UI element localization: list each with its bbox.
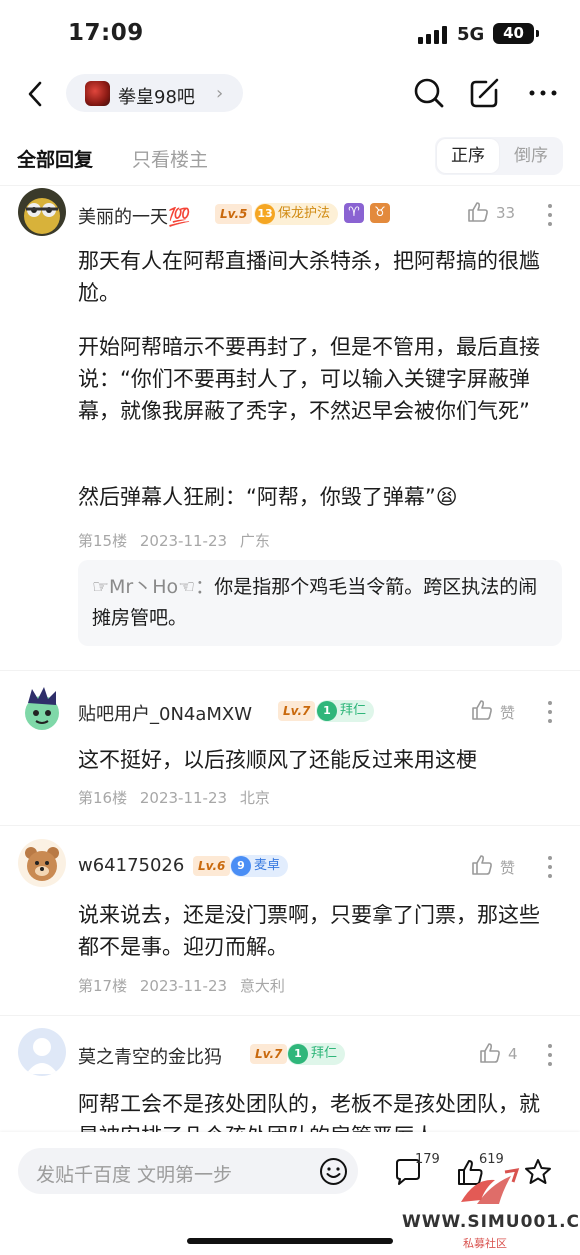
avatar[interactable] [18, 1028, 66, 1076]
comment-text: 这不挺好，以后孩顺风了还能反过来用这梗 [78, 748, 477, 772]
floor-number: 第15楼 [78, 532, 128, 550]
reply-tabs: 全部回复 只看楼主 正序 倒序 [0, 130, 580, 186]
fan-level-number: 1 [288, 1044, 308, 1064]
fan-title: 拜仁 [311, 1046, 338, 1061]
tab-op-only[interactable]: 只看楼主 [132, 145, 208, 172]
avatar[interactable] [18, 685, 66, 733]
thumbs-up-icon [472, 700, 492, 720]
fan-badge: 13 保龙护法 [254, 203, 339, 225]
star-icon[interactable] [523, 1157, 553, 1187]
status-bar: 17:09 5G 40 [0, 0, 580, 70]
more-icon[interactable] [526, 76, 560, 110]
zodiac-taurus-icon: ♉ [370, 203, 390, 223]
back-arrow-icon[interactable] [22, 79, 50, 109]
watermark-logo [461, 1168, 520, 1204]
fan-level-number: 1 [317, 701, 337, 721]
home-indicator[interactable] [187, 1238, 393, 1244]
comment-floor-15: 美丽的一天💯 Lv.5 13 保龙护法 ♈ ♉ 33 那天有人在阿帮直播间大杀特… [0, 186, 580, 656]
fan-badge: 9 麦卓 [230, 855, 289, 877]
watermark-site: WWW.SIMU001.CN [402, 1212, 580, 1232]
comment-more-icon[interactable] [540, 854, 560, 880]
fan-badge: 1 拜仁 [287, 1043, 346, 1065]
comment-meta: 第16楼 2023-11-23 北京 [78, 787, 278, 808]
watermark-subtitle: 私募社区 [463, 1237, 507, 1250]
post-date: 2023-11-23 [139, 977, 228, 995]
comment-floor-16: 贴吧用户_0N4aMXW Lv.7 1 拜仁 赞 这不挺好，以后孩顺风了还能反过… [0, 670, 580, 820]
post-location: 北京 [239, 789, 270, 807]
comment-paragraph: 开始阿帮暗示不要再封了，但是不管用，最后直接说：“你们不要再封人了，可以输入关键… [78, 335, 540, 423]
zodiac-aries-icon: ♈ [344, 203, 364, 223]
comment-text: 说来说去，还是没门票啊，只要拿了门票，那这些都不是事。迎刃而解。 [78, 903, 540, 959]
level-badge: Lv.5 [215, 204, 253, 224]
comment-count: 179 [415, 1152, 440, 1167]
thumbs-up-icon [468, 202, 488, 222]
reply-input[interactable]: 发贴千百度 文明第一步 [18, 1148, 358, 1194]
floor-number: 第16楼 [78, 789, 128, 807]
like-label: 赞 [500, 704, 516, 722]
network-type: 5G [457, 24, 485, 45]
fan-title: 保龙护法 [278, 206, 331, 221]
like-button[interactable]: 赞 [470, 853, 550, 881]
level-badge: Lv.6 [193, 856, 231, 876]
like-total-count: 619 [479, 1152, 504, 1167]
signal-icon [418, 26, 450, 44]
fan-title: 拜仁 [340, 703, 367, 718]
forum-name: 拳皇98吧 [118, 87, 195, 108]
search-icon[interactable] [412, 76, 446, 110]
avatar[interactable] [18, 188, 66, 236]
fan-badge: 1 拜仁 [316, 700, 375, 722]
username[interactable]: 莫之青空的金比犸 [78, 1043, 222, 1069]
sort-asc-button[interactable]: 正序 [437, 139, 499, 173]
username[interactable]: 美丽的一天💯 [78, 203, 190, 229]
post-date: 2023-11-23 [139, 532, 228, 550]
sub-reply-author[interactable]: ☞Mr丶Ho☜： [92, 576, 214, 598]
like-button[interactable]: 赞 [470, 698, 550, 726]
comment-floor-18: 莫之青空的金比犸 Lv.7 1 拜仁 4 阿帮工会不是孩处团队的，老板不是孩处团… [0, 1015, 580, 1132]
level-badge: Lv.7 [250, 1044, 288, 1064]
username[interactable]: w64175026 [78, 855, 184, 876]
like-count: 4 [508, 1045, 518, 1063]
comment-floor-17: w64175026 Lv.6 9 麦卓 赞 说来说去，还是没门票啊，只要拿了门票… [0, 825, 580, 1015]
avatar[interactable] [18, 839, 66, 887]
thumbs-up-icon [472, 855, 492, 875]
comment-text: 阿帮工会不是孩处团队的，老板不是孩处团队，就是被安排了几个孩处团队的房管严厉人 [78, 1092, 540, 1132]
comment-more-icon[interactable] [540, 202, 560, 228]
post-date: 2023-11-23 [139, 789, 228, 807]
chevron-right-icon: › [216, 83, 224, 104]
fan-level-number: 9 [231, 856, 251, 876]
post-location: 意大利 [239, 977, 285, 995]
emoji-icon[interactable] [319, 1157, 348, 1186]
comment-meta: 第17楼 2023-11-23 意大利 [78, 975, 293, 996]
post-location: 广东 [239, 532, 270, 550]
share-icon[interactable] [468, 76, 502, 110]
status-time: 17:09 [68, 20, 144, 46]
sort-desc-button[interactable]: 倒序 [501, 139, 561, 173]
comment-paragraph: 然后弹幕人狂刷：“阿帮，你毁了弹幕”😫 [78, 485, 458, 509]
forum-avatar [85, 81, 110, 106]
thumbs-up-icon [480, 1043, 500, 1063]
comment-more-icon[interactable] [540, 699, 560, 725]
fan-level-number: 13 [255, 204, 275, 224]
top-nav: 拳皇98吧 › [0, 70, 580, 120]
comment-meta: 第15楼 2023-11-23 广东 [78, 530, 278, 551]
level-badge: Lv.7 [278, 701, 316, 721]
tab-all-replies[interactable]: 全部回复 [17, 145, 93, 172]
sort-toggle: 正序 倒序 [435, 137, 563, 175]
like-label: 赞 [500, 859, 516, 877]
fan-title: 麦卓 [254, 858, 281, 873]
comment-more-icon[interactable] [540, 1042, 560, 1068]
forum-chip[interactable]: 拳皇98吧 › [66, 74, 243, 112]
sub-reply-box[interactable]: ☞Mr丶Ho☜：你是指那个鸡毛当令箭。跨区执法的闹摊房管吧。 [78, 560, 562, 646]
battery-icon: 40 [493, 23, 539, 44]
like-count: 33 [496, 204, 516, 222]
floor-number: 第17楼 [78, 977, 128, 995]
like-button[interactable]: 33 [466, 200, 546, 228]
reply-input-placeholder: 发贴千百度 文明第一步 [36, 1164, 233, 1186]
username[interactable]: 贴吧用户_0N4aMXW [78, 700, 252, 726]
comment-paragraph: 那天有人在阿帮直播间大杀特杀，把阿帮搞的很尴尬。 [78, 249, 540, 305]
